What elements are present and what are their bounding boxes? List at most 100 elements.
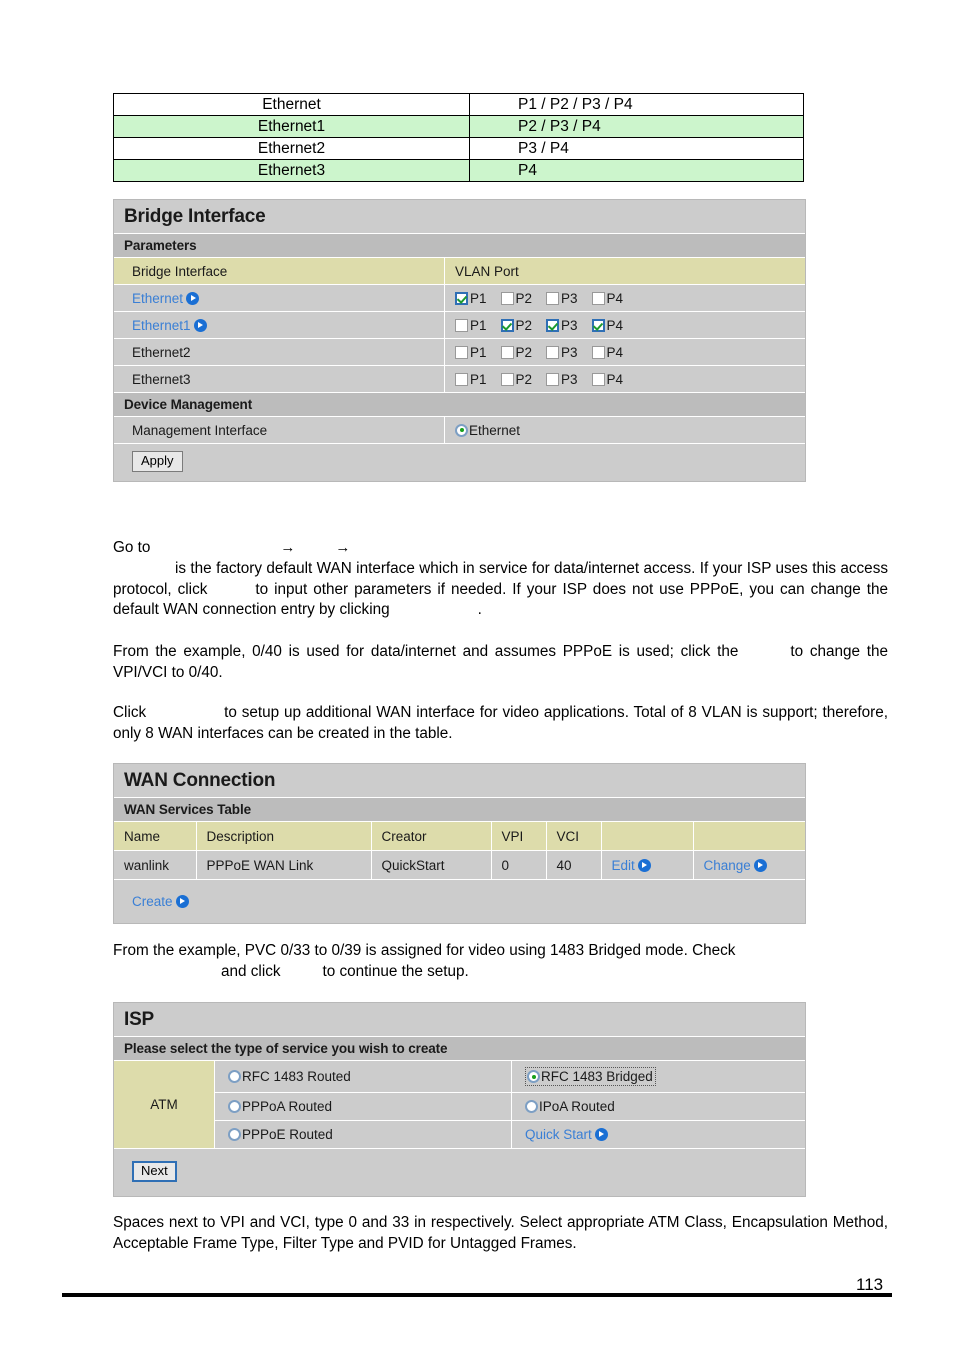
- checkbox-p3[interactable]: [546, 318, 560, 332]
- vlan-port-option[interactable]: P1: [455, 291, 487, 306]
- default-wan-text-c: .: [477, 601, 482, 618]
- bridge-row-ethernet3: Ethernet3 P1 P2 P3 P4: [114, 365, 805, 392]
- checkbox-p3[interactable]: [546, 372, 560, 386]
- option-pppoe-routed[interactable]: PPPoE Routed: [228, 1127, 333, 1142]
- vlan-port-option[interactable]: P2: [500, 371, 533, 387]
- checkbox-p1[interactable]: [455, 291, 468, 305]
- vlan-port-option[interactable]: P1: [455, 345, 487, 360]
- checkbox-p1[interactable]: [455, 318, 468, 332]
- arrow-right-icon: [175, 895, 189, 908]
- edit-link[interactable]: Edit: [612, 858, 651, 873]
- vlan-port-option[interactable]: P2: [500, 318, 532, 333]
- radio-ethernet[interactable]: [455, 423, 468, 437]
- bridge-row-ethernet1: Ethernet1 P1 P2 P3 P4: [114, 311, 805, 338]
- change-link[interactable]: Change: [704, 858, 767, 873]
- ethernet1-link[interactable]: Ethernet1: [132, 318, 207, 333]
- checkbox-p2[interactable]: [500, 318, 514, 332]
- wan-change-cell: Change: [692, 850, 805, 879]
- isp-option-row: PPPoA Routed IPoA Routed: [214, 1093, 805, 1121]
- vlan-port-option[interactable]: P3: [546, 372, 578, 387]
- wan-table-header-row: Name Description Creator VPI VCI: [114, 821, 805, 851]
- radio-pppoe-routed[interactable]: [228, 1128, 241, 1141]
- checkbox-p2[interactable]: [500, 291, 514, 305]
- checkbox-p3[interactable]: [546, 345, 560, 359]
- vlan-port-option[interactable]: P4: [591, 344, 624, 360]
- vlan-port-option[interactable]: P3: [546, 291, 578, 306]
- option-ipoa-routed[interactable]: IPoA Routed: [525, 1099, 615, 1114]
- wan-table-head: Name Description Creator VPI VCI: [114, 821, 805, 851]
- checkbox-label: P3: [561, 290, 578, 306]
- arrow-separator-1: →: [280, 539, 296, 556]
- table-row: Ethernet1 P2 / P3 / P4: [113, 115, 804, 138]
- create-link-label: Create: [132, 894, 173, 909]
- click-create-text-b: to setup up additional WAN interface for…: [113, 704, 888, 742]
- option-rfc-1483-routed[interactable]: RFC 1483 Routed: [228, 1069, 351, 1084]
- checkbox-label: P2: [515, 344, 533, 360]
- checkbox-label: P2: [515, 371, 533, 387]
- arrow-right-icon: [186, 291, 200, 305]
- next-button[interactable]: Next: [132, 1161, 177, 1182]
- bridge-row-ethernet: Ethernet P1 P2 P3 P4: [114, 284, 805, 311]
- bridge-interface-panel: Bridge Interface Parameters Bridge Inter…: [113, 199, 806, 482]
- pvc-video-text-a: From the example, PVC 0/33 to 0/39 is as…: [113, 942, 736, 959]
- checkbox-p3[interactable]: [546, 291, 560, 305]
- vlan-port-option[interactable]: P3: [546, 318, 578, 333]
- bridge-interface-cell: Ethernet2: [114, 339, 444, 365]
- paragraph-check-and-click: and click to continue the setup.: [113, 962, 888, 983]
- management-interface-value: Ethernet: [444, 417, 805, 443]
- radio-rfc-1483-routed[interactable]: [228, 1070, 241, 1083]
- parameters-subheader: Parameters: [114, 233, 805, 257]
- vlan-port-option[interactable]: P4: [591, 318, 623, 333]
- wan-services-table-subheader: WAN Services Table: [114, 797, 805, 821]
- checkbox-p4[interactable]: [591, 291, 605, 305]
- vlan-port-option[interactable]: P2: [500, 344, 533, 360]
- vlan-ports: P4: [469, 159, 804, 182]
- radio-pppoa-routed[interactable]: [228, 1100, 241, 1113]
- vlan-interface-name: Ethernet: [113, 93, 470, 116]
- vlan-port-cell: P1 P2 P3 P4: [444, 285, 805, 311]
- bridge-row-ethernet2: Ethernet2 P1 P2 P3 P4: [114, 338, 805, 365]
- checkbox-label: P1: [470, 371, 487, 387]
- paragraph-goto: Go to → →: [113, 538, 888, 559]
- checkbox-label: P4: [606, 344, 624, 360]
- checkbox-p2[interactable]: [500, 345, 514, 359]
- radio-rfc-1483-bridged[interactable]: [527, 1070, 540, 1083]
- column-header-bridge-interface: Bridge Interface: [114, 258, 444, 284]
- radio-ipoa-routed[interactable]: [525, 1100, 538, 1113]
- column-header-vlan-port: VLAN Port: [444, 258, 805, 284]
- isp-option-cell: PPPoA Routed: [214, 1093, 511, 1120]
- ethernet3-label: Ethernet3: [132, 371, 191, 387]
- checkbox-p1[interactable]: [455, 345, 468, 359]
- radio-label: PPPoE Routed: [242, 1127, 333, 1142]
- footer-divider: [62, 1293, 892, 1297]
- checkbox-p2[interactable]: [500, 372, 514, 386]
- arrow-right-icon: [637, 858, 651, 872]
- quick-start-link[interactable]: Quick Start: [525, 1127, 608, 1142]
- option-rfc-1483-bridged[interactable]: RFC 1483 Bridged: [527, 1069, 653, 1084]
- checkbox-label: P1: [470, 290, 487, 306]
- vlan-port-checkbox-group: P1 P2 P3 P4: [455, 318, 633, 333]
- vlan-port-option[interactable]: P1: [455, 318, 487, 333]
- ethernet-link[interactable]: Ethernet: [132, 291, 200, 306]
- isp-options-container: RFC 1483 Routed RFC 1483 Bridged PPPoA R…: [214, 1061, 805, 1148]
- vlan-port-option[interactable]: P3: [546, 345, 578, 360]
- management-interface-radio-option[interactable]: Ethernet: [455, 423, 520, 438]
- checkbox-p4[interactable]: [591, 318, 605, 332]
- column-header-creator: Creator: [370, 821, 491, 851]
- apply-button[interactable]: Apply: [132, 451, 183, 472]
- wan-table-body: wanlink PPPoE WAN Link QuickStart 0 40 E…: [114, 850, 805, 879]
- vlan-port-option[interactable]: P4: [591, 372, 623, 387]
- vlan-port-option[interactable]: P1: [455, 372, 487, 387]
- checkbox-p4[interactable]: [591, 345, 605, 359]
- create-link[interactable]: Create: [132, 894, 189, 909]
- vlan-port-option[interactable]: P2: [500, 291, 532, 306]
- option-pppoa-routed[interactable]: PPPoA Routed: [228, 1099, 332, 1114]
- vlan-port-checkbox-group: P1 P2 P3 P4: [455, 345, 633, 360]
- change-link-label: Change: [703, 857, 751, 873]
- checkbox-p4[interactable]: [591, 372, 605, 386]
- checkbox-p1[interactable]: [455, 372, 468, 386]
- isp-option-cell: IPoA Routed: [511, 1093, 805, 1120]
- vlan-port-option[interactable]: P4: [591, 291, 623, 306]
- check-click-text-b: and click: [221, 963, 281, 980]
- isp-instruction-subheader: Please select the type of service you wi…: [114, 1036, 805, 1060]
